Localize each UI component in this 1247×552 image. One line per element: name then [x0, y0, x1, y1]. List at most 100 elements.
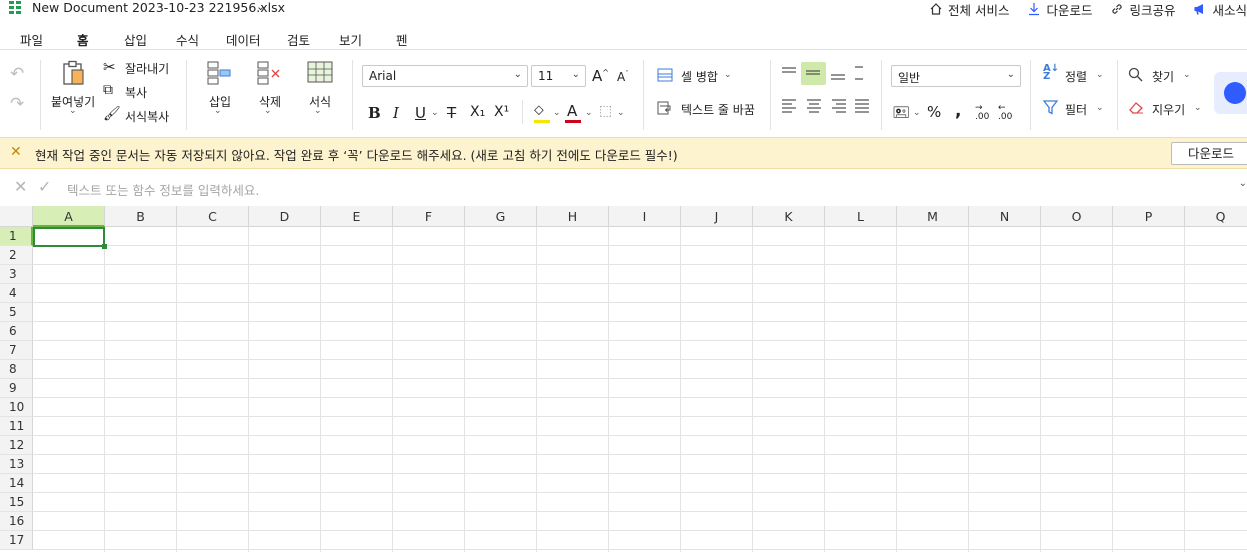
percent-button[interactable]: %	[927, 103, 941, 121]
font-color-icon[interactable]: A	[567, 102, 577, 120]
column-header-e[interactable]: E	[321, 206, 393, 227]
cancel-icon[interactable]: ✕	[14, 177, 27, 196]
decrease-decimal-icon[interactable]: ← .00	[998, 104, 1012, 122]
tab-home[interactable]: 홈	[75, 30, 90, 56]
font-family-select[interactable]: Arial ⌄	[362, 65, 528, 87]
underline-button[interactable]: U	[415, 104, 426, 122]
copy-button[interactable]: 복사	[125, 84, 147, 101]
vertical-align-icons[interactable]	[781, 65, 863, 81]
fill-color-icon[interactable]: ⬦	[534, 102, 544, 118]
news-button[interactable]: 새소식	[1193, 0, 1247, 19]
insert-cells-icon[interactable]	[205, 59, 233, 87]
scissors-icon[interactable]: ✂	[103, 58, 116, 76]
tab-pen[interactable]: 펜	[396, 30, 408, 49]
tab-view[interactable]: 보기	[339, 30, 362, 49]
merge-dropdown-icon[interactable]: ⌄	[724, 70, 732, 80]
decrease-font-icon[interactable]: Aˇ	[617, 70, 629, 84]
merge-cells-button[interactable]: 셀 병합	[681, 68, 718, 85]
merge-cells-icon[interactable]	[657, 67, 673, 83]
notice-download-button[interactable]: 다운로드	[1171, 142, 1247, 165]
format-painter-button[interactable]: 서식복사	[125, 108, 169, 125]
row-header-10[interactable]: 10	[0, 398, 33, 417]
number-format-select[interactable]: 일반 ⌄	[891, 65, 1021, 87]
clipboard-icon[interactable]	[60, 59, 88, 87]
filter-button[interactable]: 필터	[1065, 101, 1087, 118]
document-title[interactable]: New Document 2023-10-23 221956.xlsx	[32, 0, 285, 15]
currency-dropdown-icon[interactable]: ⌄	[913, 108, 921, 118]
row-header-7[interactable]: 7	[0, 341, 33, 360]
all-services-button[interactable]: 전체 서비스	[929, 0, 1009, 19]
column-header-d[interactable]: D	[249, 206, 321, 227]
fill-color-dropdown-icon[interactable]: ⌄	[553, 108, 561, 118]
formula-input[interactable]: 텍스트 또는 함수 정보를 입력하세요.	[67, 180, 259, 199]
confirm-icon[interactable]: ✓	[38, 177, 51, 196]
tab-file[interactable]: 파일	[20, 30, 43, 49]
column-header-l[interactable]: L	[825, 206, 897, 227]
paste-dropdown-icon[interactable]: ⌄	[69, 106, 77, 116]
currency-icon[interactable]: 🖭	[893, 102, 909, 126]
row-header-4[interactable]: 4	[0, 284, 33, 303]
tab-review[interactable]: 검토	[287, 30, 310, 49]
column-header-h[interactable]: H	[537, 206, 609, 227]
format-painter-icon[interactable]: 🖌	[103, 106, 121, 122]
font-size-select[interactable]: 11 ⌄	[531, 65, 586, 87]
clear-button[interactable]: 지우기	[1152, 101, 1185, 118]
row-header-13[interactable]: 13	[0, 455, 33, 474]
select-all-corner[interactable]	[0, 206, 33, 227]
share-link-button[interactable]: 링크공유	[1110, 0, 1175, 19]
chevron-down-icon[interactable]: ⌄	[1239, 178, 1247, 189]
column-header-f[interactable]: F	[393, 206, 465, 227]
border-dropdown-icon[interactable]: ⌄	[617, 108, 625, 118]
subscript-button[interactable]: X₁	[470, 104, 485, 120]
assistant-button[interactable]	[1214, 72, 1247, 114]
close-icon[interactable]: ✕	[10, 144, 22, 160]
increase-font-icon[interactable]: A^	[592, 67, 609, 85]
column-header-n[interactable]: N	[969, 206, 1041, 227]
wrap-text-icon[interactable]	[657, 100, 673, 116]
underline-dropdown-icon[interactable]: ⌄	[431, 108, 439, 118]
row-header-11[interactable]: 11	[0, 417, 33, 436]
cut-button[interactable]: 잘라내기	[125, 60, 169, 77]
column-header-q[interactable]: Q	[1185, 206, 1247, 227]
row-header-9[interactable]: 9	[0, 379, 33, 398]
row-header-5[interactable]: 5	[0, 303, 33, 322]
column-header-b[interactable]: B	[105, 206, 177, 227]
column-header-o[interactable]: O	[1041, 206, 1113, 227]
copy-icon[interactable]: ⧉	[103, 82, 113, 98]
column-header-c[interactable]: C	[177, 206, 249, 227]
tab-insert[interactable]: 삽입	[124, 30, 147, 49]
comma-button[interactable]: ,	[955, 101, 961, 121]
row-header-1[interactable]: 1	[0, 227, 33, 246]
undo-icon[interactable]: ↶	[10, 64, 24, 84]
search-icon[interactable]	[1128, 67, 1143, 82]
eraser-icon[interactable]	[1128, 100, 1144, 115]
column-header-a[interactable]: A	[33, 206, 105, 227]
insert-dropdown-icon[interactable]: ⌄	[214, 106, 222, 116]
active-cell-a1[interactable]	[33, 227, 107, 249]
sort-button[interactable]: 정렬	[1065, 68, 1087, 85]
format-dropdown-icon[interactable]: ⌄	[314, 106, 322, 116]
column-header-i[interactable]: I	[609, 206, 681, 227]
find-button[interactable]: 찾기	[1152, 68, 1174, 85]
row-header-8[interactable]: 8	[0, 360, 33, 379]
row-header-3[interactable]: 3	[0, 265, 33, 284]
bold-button[interactable]: B	[368, 104, 381, 122]
download-button[interactable]: 다운로드	[1027, 0, 1092, 19]
tab-data[interactable]: 데이터	[226, 30, 261, 49]
filter-icon[interactable]	[1043, 100, 1058, 115]
superscript-button[interactable]: X¹	[494, 104, 509, 120]
increase-decimal-icon[interactable]: → .00	[975, 104, 989, 122]
row-header-6[interactable]: 6	[0, 322, 33, 341]
column-header-g[interactable]: G	[465, 206, 537, 227]
column-header-k[interactable]: K	[753, 206, 825, 227]
column-header-j[interactable]: J	[681, 206, 753, 227]
border-icon[interactable]: ⬚	[599, 103, 612, 119]
filter-dropdown-icon[interactable]: ⌄	[1096, 103, 1104, 113]
spreadsheet-grid[interactable]: A B C D E F G H I J K L M N O P Q 1 2 3 4 5 6 7 8 9 10 11 12 13 14 15 16…	[0, 206, 1247, 552]
find-dropdown-icon[interactable]: ⌄	[1183, 70, 1191, 80]
redo-icon[interactable]: ↷	[10, 94, 24, 114]
row-header-15[interactable]: 15	[0, 493, 33, 512]
row-header-14[interactable]: 14	[0, 474, 33, 493]
row-header-17[interactable]: 17	[0, 531, 33, 550]
row-header-12[interactable]: 12	[0, 436, 33, 455]
